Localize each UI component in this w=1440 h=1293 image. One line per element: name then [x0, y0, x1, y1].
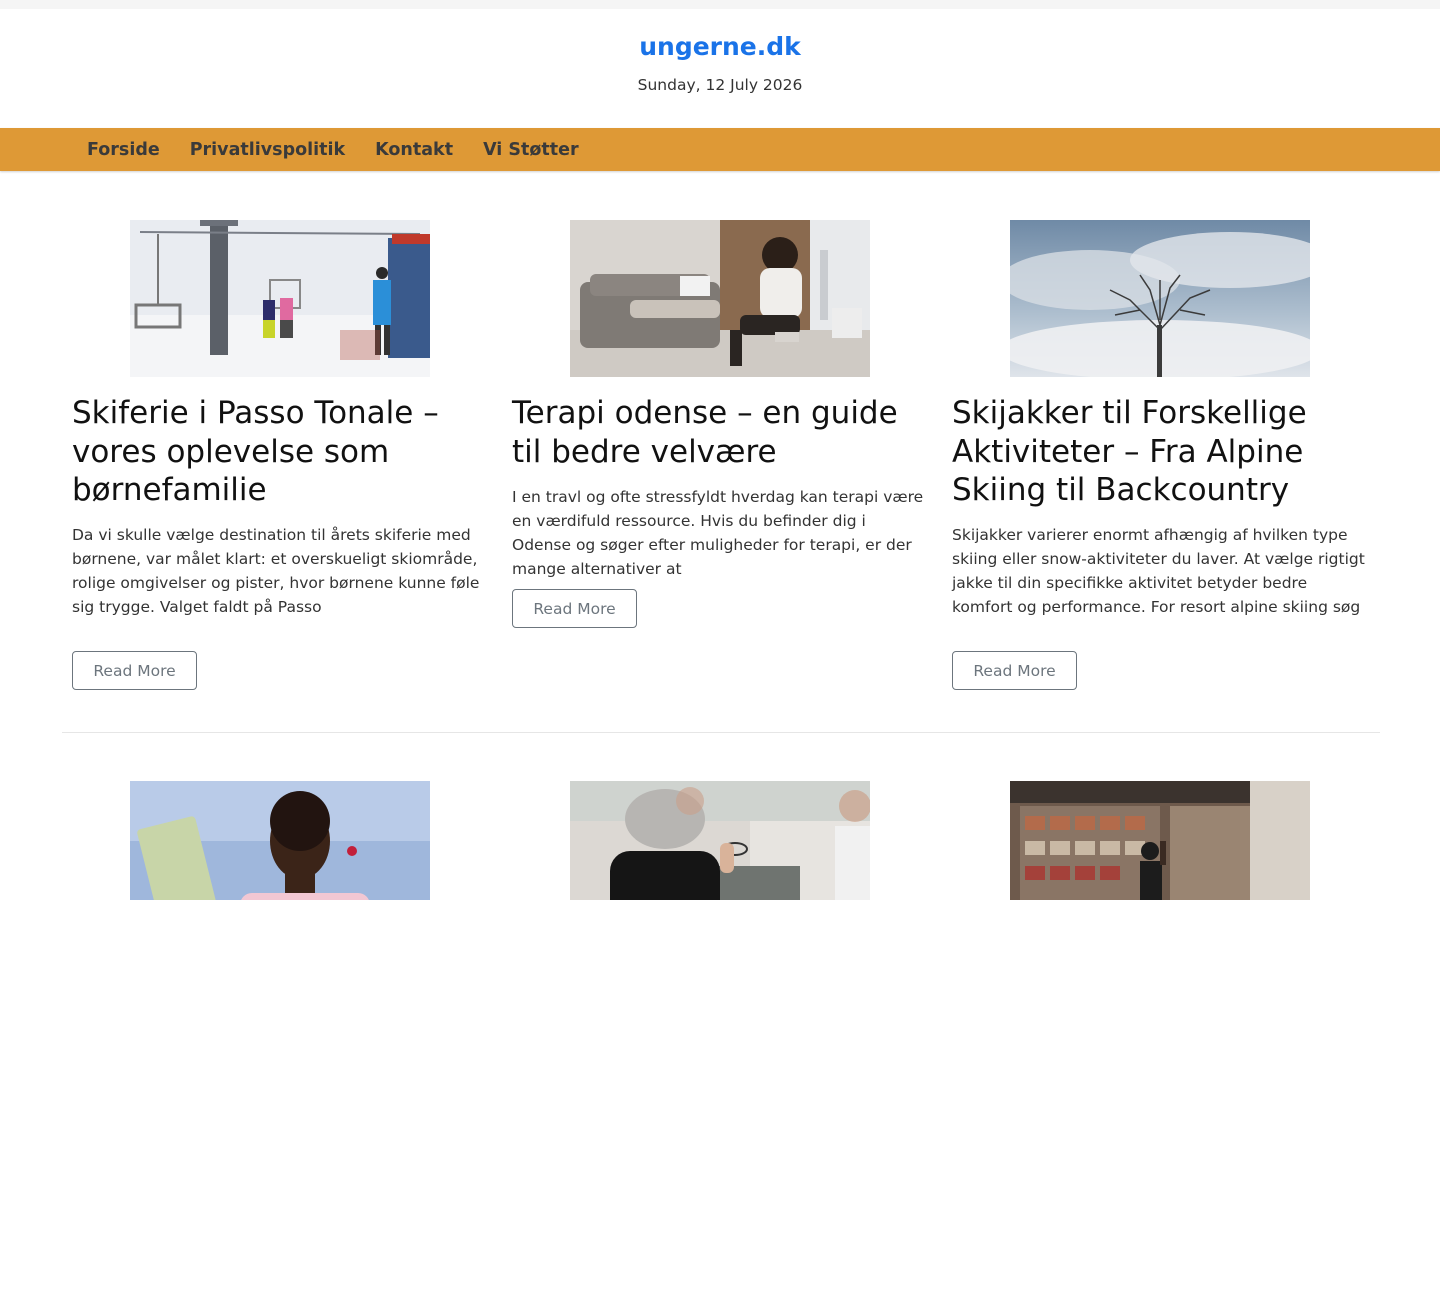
- top-strip: [0, 0, 1440, 9]
- read-more-button[interactable]: Read More: [72, 651, 197, 690]
- article-excerpt: I en travl og ofte stressfyldt hverdag k…: [512, 488, 924, 578]
- article-row-2: [0, 732, 1440, 1293]
- article-title[interactable]: Skiferie i Passo Tonale – vores oplevels…: [72, 394, 488, 510]
- article-title[interactable]: Skijakker til Forskellige Aktiviteter – …: [952, 394, 1368, 510]
- site-date: Sunday, 12 July 2026: [637, 76, 803, 94]
- read-more-button[interactable]: Read More: [512, 589, 637, 628]
- article-excerpt: Da vi skulle vælge destination til årets…: [72, 526, 480, 616]
- nav-item-vi-stotter[interactable]: Vi Støtter: [483, 140, 579, 160]
- nav-item-forside[interactable]: Forside: [87, 140, 160, 160]
- bare-tree-sky-photo[interactable]: [1010, 220, 1310, 377]
- ski-lift-photo[interactable]: [130, 220, 430, 377]
- nav-item-privatlivspolitik[interactable]: Privatlivspolitik: [190, 140, 345, 160]
- main-navbar: Forside Privatlivspolitik Kontakt Vi Stø…: [0, 128, 1440, 171]
- woman-on-sofa-photo[interactable]: [570, 220, 870, 377]
- therapy-session-photo[interactable]: [570, 781, 870, 900]
- woman-reading-photo[interactable]: [130, 781, 430, 900]
- article-row-1: Skiferie i Passo Tonale – vores oplevels…: [0, 171, 1440, 733]
- article-title[interactable]: Terapi odense – en guide til bedre velvæ…: [512, 394, 928, 471]
- read-more-button[interactable]: Read More: [952, 651, 1077, 690]
- shop-shelves-photo[interactable]: [1010, 781, 1310, 900]
- nav-item-kontakt[interactable]: Kontakt: [375, 140, 453, 160]
- masthead: ungerne.dk Sunday, 12 July 2026: [0, 9, 1440, 128]
- site-title-link[interactable]: ungerne.dk: [639, 32, 801, 62]
- article-excerpt: Skijakker varierer enormt afhængig af hv…: [952, 526, 1365, 616]
- article-grid: Skiferie i Passo Tonale – vores oplevels…: [0, 171, 1440, 1293]
